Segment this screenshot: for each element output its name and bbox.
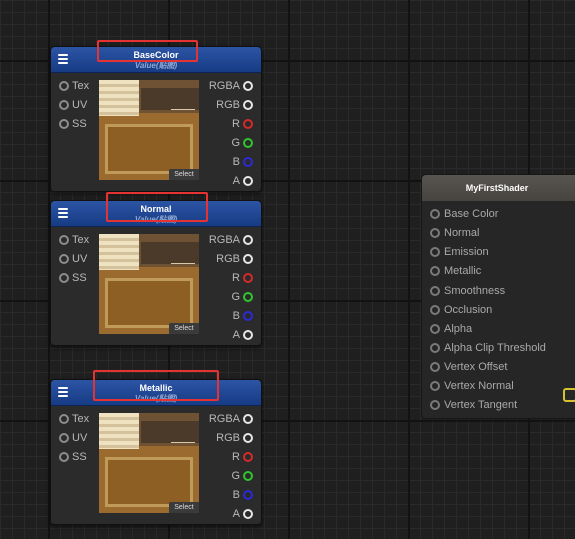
port-circle-icon[interactable] bbox=[59, 100, 69, 110]
port-circle-icon[interactable] bbox=[243, 414, 253, 424]
port-circle-icon[interactable] bbox=[430, 228, 440, 238]
port-circle-icon[interactable] bbox=[243, 509, 253, 519]
port-circle-icon[interactable] bbox=[243, 273, 253, 283]
node-header[interactable]: Normal Value(贴图) bbox=[51, 201, 261, 227]
output-port-rgba[interactable]: RGBA bbox=[209, 234, 253, 246]
port-circle-icon[interactable] bbox=[59, 433, 69, 443]
output-port-r[interactable]: R bbox=[232, 272, 253, 284]
port-circle-icon[interactable] bbox=[243, 138, 253, 148]
texture-node-normal[interactable]: Normal Value(贴图) Tex UV SS Select RGBA R… bbox=[50, 200, 262, 346]
port-circle-icon[interactable] bbox=[243, 235, 253, 245]
port-circle-icon[interactable] bbox=[243, 490, 253, 500]
input-port-uv[interactable]: UV bbox=[59, 432, 87, 444]
port-circle-icon[interactable] bbox=[430, 305, 440, 315]
select-button[interactable]: Select bbox=[169, 169, 199, 180]
output-port-rgb[interactable]: RGB bbox=[216, 432, 253, 444]
output-port-a[interactable]: A bbox=[233, 175, 253, 187]
output-port-b[interactable]: B bbox=[233, 310, 253, 322]
port-circle-icon[interactable] bbox=[243, 157, 253, 167]
port-circle-icon[interactable] bbox=[430, 266, 440, 276]
node-header[interactable]: Metallic Value(贴图) bbox=[51, 380, 261, 406]
port-circle-icon[interactable] bbox=[243, 311, 253, 321]
port-circle-icon[interactable] bbox=[430, 381, 440, 391]
output-port-rgba[interactable]: RGBA bbox=[209, 413, 253, 425]
node-header[interactable]: BaseColor Value(贴图) bbox=[51, 47, 261, 73]
port-circle-icon[interactable] bbox=[243, 471, 253, 481]
output-port-b[interactable]: B bbox=[233, 156, 253, 168]
shader-input-normal[interactable]: Normal bbox=[430, 227, 479, 240]
shader-master-node[interactable]: MyFirstShader Base Color Normal Emission… bbox=[421, 174, 575, 419]
output-port-rgba[interactable]: RGBA bbox=[209, 80, 253, 92]
output-port-g[interactable]: G bbox=[231, 291, 253, 303]
output-port-g[interactable]: G bbox=[231, 137, 253, 149]
port-circle-icon[interactable] bbox=[430, 209, 440, 219]
port-circle-icon[interactable] bbox=[243, 452, 253, 462]
shader-input-alpha[interactable]: Alpha bbox=[430, 323, 472, 336]
port-circle-icon[interactable] bbox=[243, 100, 253, 110]
output-port-b[interactable]: B bbox=[233, 489, 253, 501]
port-circle-icon[interactable] bbox=[430, 362, 440, 372]
output-port-rgb[interactable]: RGB bbox=[216, 99, 253, 111]
select-button[interactable]: Select bbox=[169, 502, 199, 513]
shader-input-smoothness[interactable]: Smoothness bbox=[430, 285, 505, 298]
texture-preview: Select bbox=[99, 234, 199, 334]
port-circle-icon[interactable] bbox=[243, 433, 253, 443]
node-title: Normal bbox=[140, 204, 172, 214]
port-circle-icon[interactable] bbox=[243, 81, 253, 91]
select-button[interactable]: Select bbox=[169, 323, 199, 334]
shader-input-metallic[interactable]: Metallic bbox=[430, 265, 481, 278]
node-badge-icon[interactable] bbox=[563, 388, 575, 402]
input-port-ss[interactable]: SS bbox=[59, 118, 87, 130]
shader-input-emission[interactable]: Emission bbox=[430, 246, 489, 259]
shader-input-base-color[interactable]: Base Color bbox=[430, 208, 498, 221]
output-port-rgb[interactable]: RGB bbox=[216, 253, 253, 265]
port-circle-icon[interactable] bbox=[430, 343, 440, 353]
input-port-ss[interactable]: SS bbox=[59, 451, 87, 463]
input-port-tex[interactable]: Tex bbox=[59, 234, 89, 246]
port-circle-icon[interactable] bbox=[243, 292, 253, 302]
input-port-ss[interactable]: SS bbox=[59, 272, 87, 284]
port-circle-icon[interactable] bbox=[243, 254, 253, 264]
node-title: Metallic bbox=[139, 383, 173, 393]
port-circle-icon[interactable] bbox=[243, 176, 253, 186]
port-circle-icon[interactable] bbox=[59, 254, 69, 264]
shader-input-alpha-clip-threshold[interactable]: Alpha Clip Threshold bbox=[430, 342, 546, 355]
output-port-a[interactable]: A bbox=[233, 508, 253, 520]
input-port-tex[interactable]: Tex bbox=[59, 413, 89, 425]
port-circle-icon[interactable] bbox=[59, 235, 69, 245]
port-circle-icon[interactable] bbox=[430, 400, 440, 410]
node-title: BaseColor bbox=[133, 50, 179, 60]
port-circle-icon[interactable] bbox=[59, 81, 69, 91]
texture-preview: Select bbox=[99, 80, 199, 180]
texture-preview: Select bbox=[99, 413, 199, 513]
port-circle-icon[interactable] bbox=[59, 119, 69, 129]
input-port-uv[interactable]: UV bbox=[59, 99, 87, 111]
port-circle-icon[interactable] bbox=[59, 273, 69, 283]
output-port-r[interactable]: R bbox=[232, 451, 253, 463]
shader-node-title[interactable]: MyFirstShader bbox=[422, 175, 575, 201]
port-circle-icon[interactable] bbox=[430, 286, 440, 296]
node-subtitle: Value(贴图) bbox=[134, 61, 178, 70]
port-circle-icon[interactable] bbox=[243, 330, 253, 340]
texture-node-metallic[interactable]: Metallic Value(贴图) Tex UV SS Select RGBA… bbox=[50, 379, 262, 525]
input-port-uv[interactable]: UV bbox=[59, 253, 87, 265]
port-circle-icon[interactable] bbox=[430, 324, 440, 334]
output-port-r[interactable]: R bbox=[232, 118, 253, 130]
shader-input-vertex-offset[interactable]: Vertex Offset bbox=[430, 361, 507, 374]
shader-input-vertex-normal[interactable]: Vertex Normal bbox=[430, 380, 514, 393]
input-port-tex[interactable]: Tex bbox=[59, 80, 89, 92]
shader-input-occlusion[interactable]: Occlusion bbox=[430, 304, 492, 317]
port-circle-icon[interactable] bbox=[243, 119, 253, 129]
shader-input-vertex-tangent[interactable]: Vertex Tangent bbox=[430, 399, 517, 412]
port-circle-icon[interactable] bbox=[430, 247, 440, 257]
node-subtitle: Value(贴图) bbox=[134, 215, 178, 224]
output-port-g[interactable]: G bbox=[231, 470, 253, 482]
output-port-a[interactable]: A bbox=[233, 329, 253, 341]
texture-node-basecolor[interactable]: BaseColor Value(贴图) Tex UV SS Select RGB… bbox=[50, 46, 262, 192]
port-circle-icon[interactable] bbox=[59, 452, 69, 462]
port-circle-icon[interactable] bbox=[59, 414, 69, 424]
node-subtitle: Value(贴图) bbox=[134, 394, 178, 403]
